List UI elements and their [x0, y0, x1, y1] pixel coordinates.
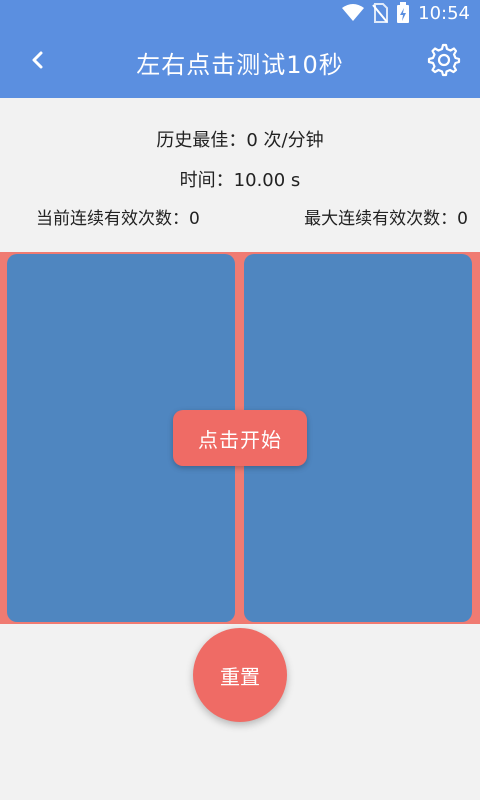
chevron-left-icon — [30, 50, 46, 74]
settings-button[interactable] — [426, 43, 462, 81]
back-button[interactable] — [22, 46, 54, 78]
current-streak: 当前连续有效次数：0 — [36, 209, 200, 229]
wifi-icon — [342, 4, 365, 22]
start-button[interactable]: 点击开始 — [173, 410, 307, 466]
battery-charging-icon — [396, 2, 410, 24]
gear-icon — [427, 43, 461, 81]
status-bar: 10:54 — [0, 0, 480, 26]
timer: 时间：10.00 s — [179, 170, 301, 191]
app-bar: 左右点击测试10秒 — [0, 26, 480, 98]
reset-button[interactable]: 重置 — [193, 628, 287, 722]
no-sim-icon — [372, 3, 389, 23]
max-streak: 最大连续有效次数：0 — [304, 209, 468, 229]
best-score: 历史最佳：0 次/分钟 — [156, 130, 324, 151]
status-time: 10:54 — [418, 2, 470, 24]
stats-panel: 历史最佳：0 次/分钟 时间：10.00 s 当前连续有效次数：0 最大连续有效… — [0, 98, 480, 250]
page-title: 左右点击测试10秒 — [136, 50, 344, 79]
